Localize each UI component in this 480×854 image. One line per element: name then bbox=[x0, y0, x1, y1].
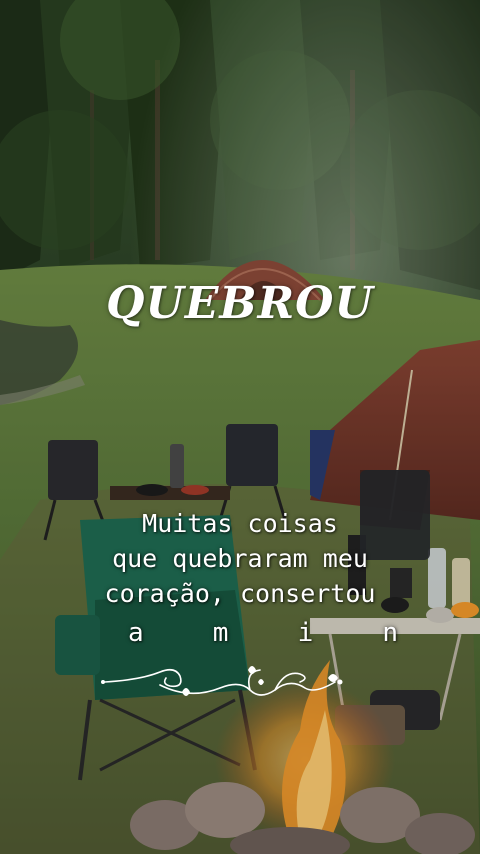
caption: Muitas coisas que quebraram meu coração,… bbox=[0, 506, 480, 611]
caption-line-1: Muitas coisas bbox=[142, 509, 338, 538]
background-photo bbox=[0, 0, 480, 854]
caption-line-2: que quebraram meu bbox=[112, 544, 368, 573]
caption-spaced-letters: a m i n bbox=[128, 618, 398, 648]
caption-letter: n bbox=[382, 618, 398, 648]
caption-letter: i bbox=[297, 618, 314, 648]
title-text: QUEBROU bbox=[106, 278, 374, 329]
caption-line-3: coração, consertou bbox=[104, 579, 376, 608]
caption-letter: a bbox=[128, 618, 144, 648]
caption-letter: m bbox=[212, 618, 229, 648]
swirl-ornament-icon bbox=[100, 660, 350, 710]
